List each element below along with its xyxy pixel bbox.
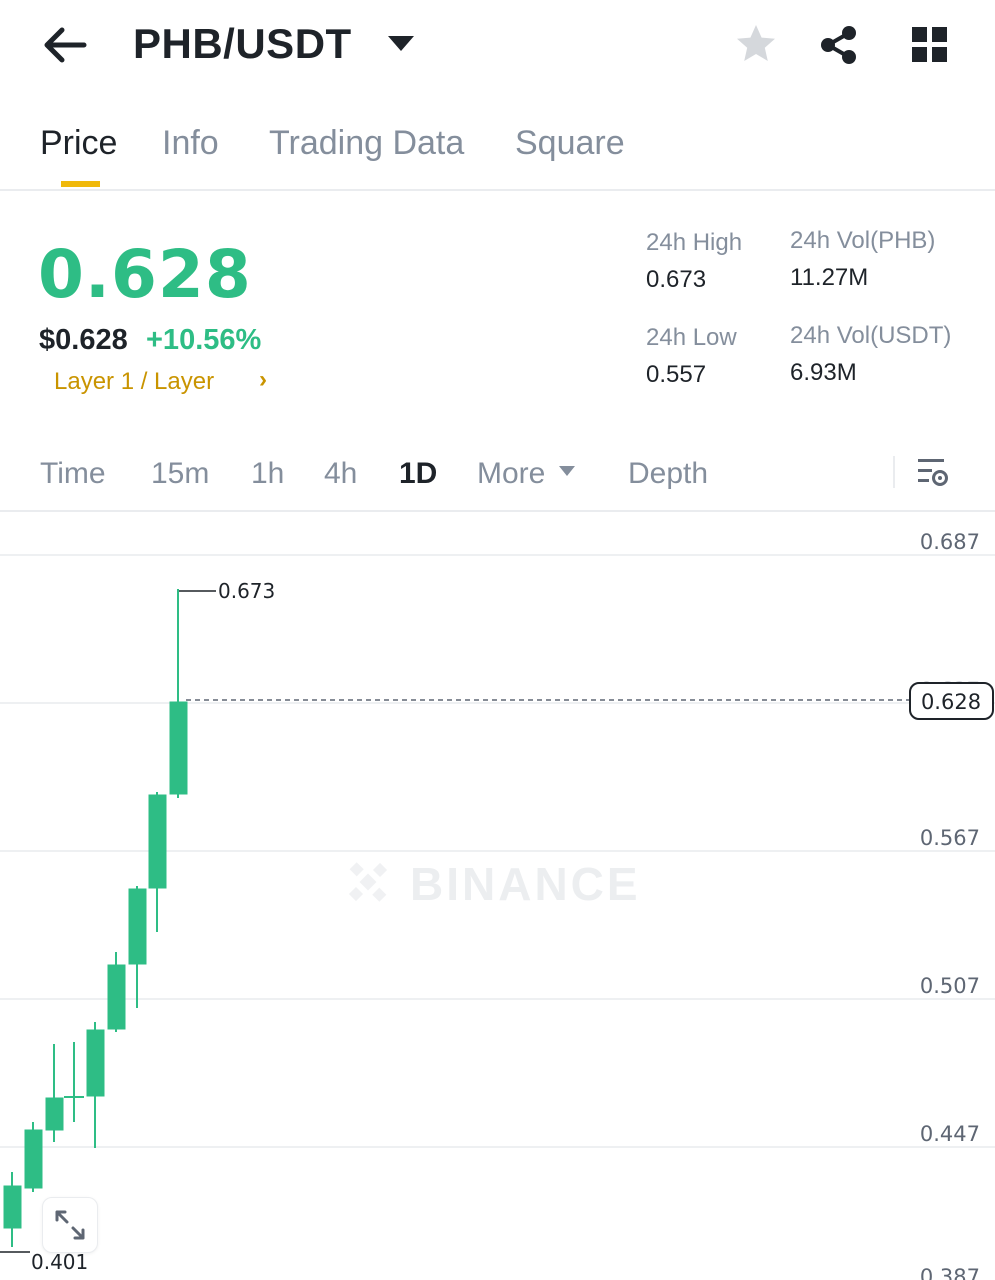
y-tick-label: 0.507 <box>920 974 980 998</box>
expand-chart-button[interactable] <box>42 1197 98 1253</box>
tabs-divider <box>0 189 995 191</box>
pair-title[interactable]: PHB/USDT <box>133 20 352 68</box>
sector-link[interactable]: Layer 1 / Layer <box>54 368 214 396</box>
high-label: 24h High <box>646 229 743 256</box>
vol-quote-value: 6.93M <box>790 359 857 386</box>
tab-depth[interactable]: Depth <box>628 457 708 491</box>
interval-more[interactable]: More <box>477 457 545 491</box>
interval-1d[interactable]: 1D <box>399 457 437 491</box>
interval-15m[interactable]: 15m <box>151 457 209 491</box>
y-tick-label: 0.567 <box>920 826 980 850</box>
tab-square[interactable]: Square <box>515 124 625 163</box>
chevron-right-icon[interactable]: › <box>259 366 267 394</box>
candlestick-chart[interactable]: BINANCE 0.687 0.627 0.567 0.507 0.447 0.… <box>0 512 995 1280</box>
interval-4h[interactable]: 4h <box>324 457 357 491</box>
tab-price[interactable]: Price <box>40 124 117 163</box>
interval-1h[interactable]: 1h <box>251 457 284 491</box>
last-price-tag-text: 0.628 <box>921 690 981 714</box>
share-icon[interactable] <box>818 24 860 66</box>
favorite-star-icon[interactable] <box>734 22 778 66</box>
more-caret-icon[interactable] <box>559 466 575 476</box>
candle <box>86 1029 105 1097</box>
high-marker-label: 0.673 <box>218 579 275 603</box>
last-price: 0.628 <box>38 236 252 313</box>
high-value: 0.673 <box>646 266 707 293</box>
pair-dropdown-caret-icon[interactable] <box>388 36 414 51</box>
grid-menu-icon[interactable] <box>912 27 948 63</box>
y-tick-label: 0.687 <box>920 530 980 554</box>
vol-base-label: 24h Vol(PHB) <box>790 227 936 254</box>
chart-settings-icon[interactable] <box>914 454 950 490</box>
candle <box>24 1129 43 1189</box>
price-change-percent: +10.56% <box>146 324 262 356</box>
vol-base-value: 11.27M <box>790 264 869 291</box>
tab-trading-data[interactable]: Trading Data <box>269 124 464 163</box>
y-tick-label: 0.447 <box>920 1122 980 1146</box>
candle <box>45 1097 64 1131</box>
watermark-text: BINANCE <box>410 858 641 910</box>
back-arrow-icon[interactable] <box>40 24 90 66</box>
vol-quote-label: 24h Vol(USDT) <box>790 322 952 349</box>
candle <box>107 964 126 1030</box>
candle <box>148 794 167 889</box>
tab-info[interactable]: Info <box>162 124 219 163</box>
price-usd: $0.628 <box>39 324 128 356</box>
y-tick-label: 0.387 <box>920 1265 980 1280</box>
candle <box>128 888 147 965</box>
candle <box>3 1185 22 1229</box>
expand-icon <box>55 1210 85 1240</box>
toolbar-separator <box>893 456 895 488</box>
low-value: 0.557 <box>646 361 707 388</box>
low-label: 24h Low <box>646 324 737 351</box>
active-tab-indicator <box>61 181 100 187</box>
binance-logo-icon <box>348 862 388 902</box>
interval-time[interactable]: Time <box>40 457 106 491</box>
candle <box>169 701 188 795</box>
